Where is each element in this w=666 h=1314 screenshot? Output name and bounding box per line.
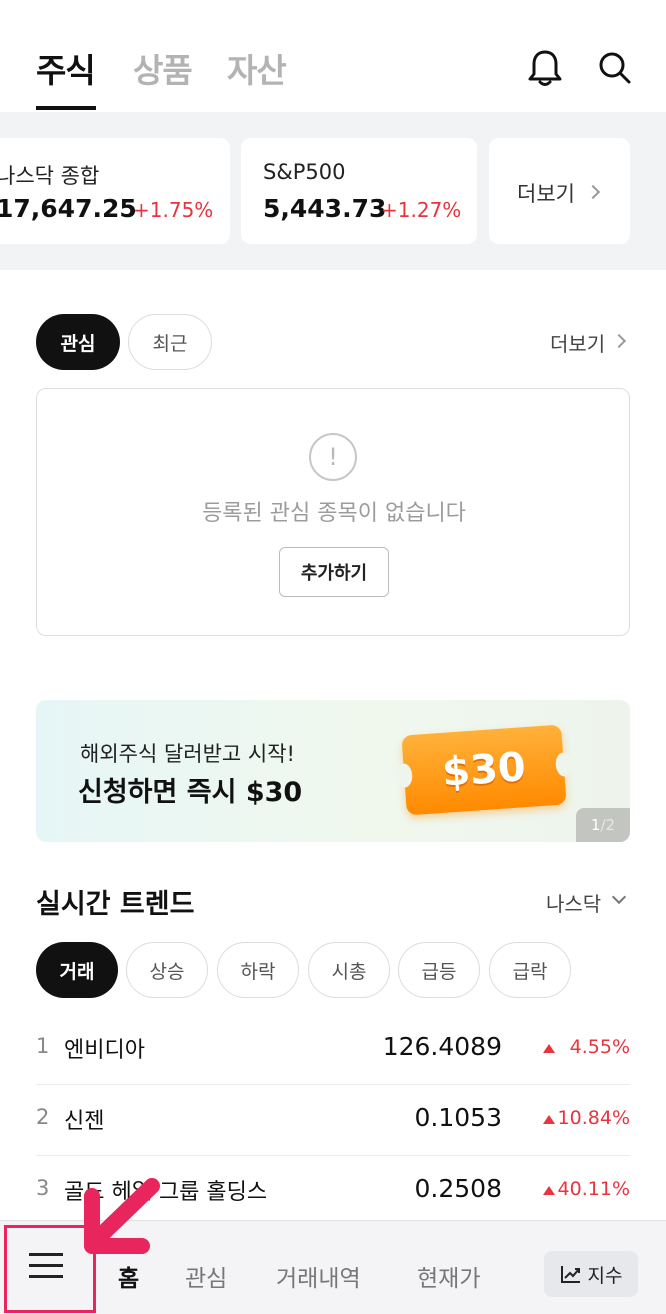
banner-page-indicator: 1/2 bbox=[576, 808, 630, 842]
filter-volume[interactable]: 거래 bbox=[36, 942, 118, 998]
hamburger-menu-icon[interactable] bbox=[29, 1253, 63, 1279]
add-watchlist-button[interactable]: 추가하기 bbox=[279, 547, 389, 597]
banner-title: 신청하면 즉시 $30 bbox=[78, 777, 303, 808]
trend-row[interactable]: 2 신젠 0.1053 10.84% bbox=[36, 1085, 630, 1156]
search-icon[interactable] bbox=[597, 48, 633, 88]
up-triangle-icon bbox=[543, 1186, 555, 1195]
index-card-sp500[interactable]: S&P500 5,443.73 +1.27% bbox=[241, 138, 477, 244]
index-change: +1.75% bbox=[133, 198, 214, 222]
index-card-nasdaq[interactable]: 나스닥 종합 17,647.25 +1.75% bbox=[0, 138, 230, 244]
filter-surge[interactable]: 급등 bbox=[398, 942, 480, 998]
stock-name: 엔비디아 bbox=[64, 1038, 145, 1063]
banner-page-total: /2 bbox=[600, 816, 616, 834]
index-button-label: 지수 bbox=[587, 1264, 623, 1287]
watchlist-tab-interest[interactable]: 관심 bbox=[36, 314, 120, 370]
chevron-right-icon bbox=[611, 333, 627, 349]
stock-name: 신젠 bbox=[64, 1109, 105, 1134]
watchlist-tab-recent[interactable]: 최근 bbox=[128, 314, 212, 370]
empty-message: 등록된 관심 종목이 없습니다 bbox=[202, 501, 466, 526]
stock-price: 126.4089 bbox=[382, 1032, 502, 1061]
tab-assets[interactable]: 자산 bbox=[227, 44, 287, 92]
chevron-down-icon bbox=[611, 889, 627, 905]
index-value: 17,647.25 bbox=[0, 194, 137, 223]
stock-change: 4.55% bbox=[569, 1036, 630, 1058]
stock-price: 0.1053 bbox=[414, 1103, 502, 1132]
trend-rank: 3 bbox=[36, 1176, 50, 1200]
trend-rank: 1 bbox=[36, 1034, 50, 1058]
filter-plunge[interactable]: 급락 bbox=[489, 942, 571, 998]
index-value: 5,443.73 bbox=[263, 194, 387, 223]
stock-change: 40.11% bbox=[557, 1178, 630, 1200]
market-select-dropdown[interactable]: 나스닥 bbox=[546, 888, 601, 917]
watchlist-empty-state: ! 등록된 관심 종목이 없습니다 추가하기 bbox=[36, 388, 630, 636]
filter-market-cap[interactable]: 시총 bbox=[308, 942, 390, 998]
dollar-coupon-icon: $30 bbox=[401, 724, 567, 816]
promo-banner[interactable]: 해외주식 달러받고 시작! 신청하면 즉시 $30 $30 1/2 bbox=[36, 700, 630, 842]
bottom-navigation: 홈 관심 거래내역 현재가 지수 bbox=[0, 1220, 666, 1314]
nav-current-price[interactable]: 현재가 bbox=[417, 1259, 480, 1293]
tab-stocks[interactable]: 주식 bbox=[36, 44, 96, 92]
banner-page-current: 1 bbox=[590, 816, 601, 834]
trend-chart-icon bbox=[560, 1266, 580, 1283]
nav-history[interactable]: 거래내역 bbox=[276, 1259, 361, 1293]
active-tab-underline bbox=[36, 106, 96, 110]
index-name: S&P500 bbox=[263, 160, 346, 184]
nav-watchlist[interactable]: 관심 bbox=[185, 1259, 227, 1293]
banner-subtitle: 해외주식 달러받고 시작! bbox=[80, 742, 295, 766]
index-more-label: 더보기 bbox=[517, 182, 575, 206]
watchlist-more-link[interactable]: 더보기 bbox=[550, 328, 605, 357]
stock-name: 골드 헤일 그룹 홀딩스 bbox=[64, 1180, 268, 1205]
index-name: 나스닥 종합 bbox=[0, 164, 100, 188]
stock-change: 10.84% bbox=[557, 1107, 630, 1129]
filter-rise[interactable]: 상승 bbox=[126, 942, 208, 998]
tab-products[interactable]: 상품 bbox=[133, 44, 193, 92]
nav-home[interactable]: 홈 bbox=[118, 1259, 139, 1293]
trend-row[interactable]: 3 골드 헤일 그룹 홀딩스 0.2508 40.11% bbox=[36, 1156, 630, 1227]
trend-rank: 2 bbox=[36, 1105, 50, 1129]
index-more-button[interactable]: 더보기 bbox=[489, 138, 630, 244]
trend-row[interactable]: 1 엔비디아 126.4089 4.55% bbox=[36, 1014, 630, 1085]
trends-title: 실시간 트렌드 bbox=[36, 889, 195, 920]
up-triangle-icon bbox=[543, 1044, 555, 1053]
up-triangle-icon bbox=[543, 1115, 555, 1124]
top-tab-bar: 주식 상품 자산 bbox=[0, 0, 666, 112]
alert-icon: ! bbox=[309, 433, 357, 481]
index-change: +1.27% bbox=[381, 198, 462, 222]
index-button[interactable]: 지수 bbox=[544, 1251, 638, 1297]
bell-icon[interactable] bbox=[527, 48, 563, 88]
market-index-strip: 나스닥 종합 17,647.25 +1.75% S&P500 5,443.73 … bbox=[0, 112, 666, 270]
chevron-right-icon bbox=[585, 184, 601, 200]
stock-price: 0.2508 bbox=[414, 1174, 502, 1203]
filter-fall[interactable]: 하락 bbox=[217, 942, 299, 998]
